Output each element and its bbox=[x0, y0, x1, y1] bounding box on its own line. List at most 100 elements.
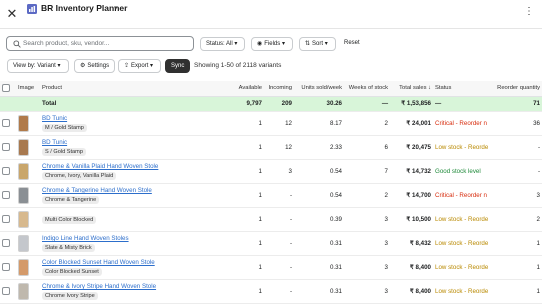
product-thumbnail[interactable] bbox=[18, 210, 29, 228]
variant-tag: Chrome Ivory Stripe bbox=[42, 292, 98, 300]
chevron-down-icon: ▾ bbox=[324, 41, 328, 47]
total-sales: ₹ 1,53,856 bbox=[390, 96, 433, 112]
app-logo-icon bbox=[27, 4, 37, 14]
available-cell: 1 bbox=[232, 231, 264, 256]
units-sold-cell: 2.33 bbox=[294, 135, 344, 160]
table-row[interactable]: BD Tunic M / Gold Stamp 1 12 8.17 2 ₹ 24,001 Cr… bbox=[0, 111, 542, 136]
product-link[interactable]: Chrome & Tangerine Hand Woven Stole bbox=[42, 186, 230, 195]
results-count: Showing 1-50 of 2118 variants bbox=[194, 62, 282, 69]
total-sales-cell: ₹ 10,500 bbox=[390, 207, 433, 232]
col-image[interactable]: Image bbox=[16, 81, 40, 97]
sync-button[interactable]: Sync bbox=[165, 59, 191, 73]
close-icon[interactable]: ✕ bbox=[6, 7, 18, 21]
row-image-cell bbox=[16, 135, 40, 160]
status-cell: Good stock level bbox=[433, 159, 494, 184]
total-status: — bbox=[433, 96, 494, 112]
incoming-cell: - bbox=[264, 279, 294, 304]
total-empty-cell bbox=[0, 96, 16, 112]
product-thumbnail[interactable] bbox=[18, 138, 29, 156]
col-weeks-stock[interactable]: Weeks of stock bbox=[344, 81, 390, 97]
fields-button[interactable]: ◉ Fields ▾ bbox=[251, 37, 293, 51]
search-field[interactable] bbox=[6, 36, 194, 51]
table-row[interactable]: Chrome & Ivory Stripe Hand Woven Stole Ch… bbox=[0, 279, 542, 304]
product-link[interactable]: Chrome & Vanilla Plaid Hand Woven Stole bbox=[42, 162, 230, 171]
product-link[interactable]: BD Tunic bbox=[42, 114, 230, 123]
product-thumbnail[interactable] bbox=[18, 114, 29, 132]
available-cell: 1 bbox=[232, 207, 264, 232]
select-all-checkbox[interactable] bbox=[2, 84, 10, 93]
row-checkbox[interactable] bbox=[2, 287, 10, 295]
col-incoming[interactable]: Incoming bbox=[264, 81, 294, 97]
settings-label: Settings bbox=[87, 63, 110, 69]
kebab-menu-icon[interactable]: ⋮ bbox=[524, 6, 534, 18]
product-link[interactable]: Indigo Line Hand Woven Stoles bbox=[42, 234, 230, 243]
row-checkbox[interactable] bbox=[2, 191, 10, 199]
status-cell: Critical - Reorder n bbox=[433, 111, 494, 136]
table-row[interactable]: Indigo Line Hand Woven Stoles Slate & Mis… bbox=[0, 231, 542, 256]
product-cell: Multi Color Blocked bbox=[40, 207, 232, 232]
row-checkbox[interactable] bbox=[2, 143, 10, 151]
col-available[interactable]: Available bbox=[232, 81, 264, 97]
status-cell: Critical - Reorder n bbox=[433, 183, 494, 208]
total-row: Total 9,797 209 30.26 — ₹ 1,53,856 — 71 bbox=[0, 96, 542, 112]
table-row[interactable]: Multi Color Blocked 1-0.39 3 ₹ 10,500 Low st… bbox=[0, 207, 542, 232]
product-link[interactable]: BD Tunic bbox=[42, 138, 230, 147]
incoming-cell: - bbox=[264, 183, 294, 208]
table-row[interactable]: Color Blocked Sunset Hand Woven Stole Col… bbox=[0, 255, 542, 280]
units-sold-cell: 0.31 bbox=[294, 231, 344, 256]
sort-button[interactable]: ⇅ Sort ▾ bbox=[299, 37, 336, 51]
product-cell: BD Tunic S / Gold Stamp bbox=[40, 135, 232, 160]
export-label: Export bbox=[131, 63, 149, 69]
row-checkbox[interactable] bbox=[2, 167, 10, 175]
product-thumbnail[interactable] bbox=[18, 282, 29, 300]
chevron-down-icon[interactable]: ▾ bbox=[114, 4, 118, 14]
row-select-cell bbox=[0, 279, 16, 304]
table-row[interactable]: Chrome & Tangerine Hand Woven Stole Chrom… bbox=[0, 183, 542, 208]
reset-button[interactable]: Reset bbox=[339, 37, 365, 51]
available-cell: 1 bbox=[232, 135, 264, 160]
app-header: ✕ BR Inventory Planner ▾ ⋮ bbox=[0, 0, 542, 29]
total-available: 9,797 bbox=[232, 96, 264, 112]
status-cell: Low stock - Reorde bbox=[433, 231, 494, 256]
row-checkbox[interactable] bbox=[2, 239, 10, 247]
incoming-cell: 12 bbox=[264, 135, 294, 160]
col-reorder-qty[interactable]: Reorder quantity bbox=[494, 81, 542, 97]
weeks-stock-cell: 2 bbox=[344, 183, 390, 208]
product-cell: Color Blocked Sunset Hand Woven Stole Col… bbox=[40, 255, 232, 280]
view-by-button[interactable]: View by: Variant ▾ bbox=[7, 59, 69, 73]
settings-button[interactable]: ⚙ Settings bbox=[74, 59, 116, 73]
status-filter-button[interactable]: Status: All ▾ bbox=[200, 37, 246, 51]
col-product[interactable]: Product bbox=[40, 81, 232, 97]
search-input[interactable] bbox=[23, 38, 191, 49]
col-status[interactable]: Status bbox=[433, 81, 494, 97]
weeks-stock-cell: 2 bbox=[344, 111, 390, 136]
units-sold-cell: 0.31 bbox=[294, 279, 344, 304]
eye-icon: ◉ bbox=[257, 41, 263, 47]
product-link[interactable]: Chrome & Ivory Stripe Hand Woven Stole bbox=[42, 282, 230, 291]
variant-tag: Multi Color Blocked bbox=[42, 215, 97, 224]
product-thumbnail[interactable] bbox=[18, 162, 29, 180]
row-checkbox[interactable] bbox=[2, 263, 10, 271]
total-sales-cell: ₹ 8,432 bbox=[390, 231, 433, 256]
col-units-sold[interactable]: Units sold/week bbox=[294, 81, 344, 97]
product-thumbnail[interactable] bbox=[18, 258, 29, 276]
incoming-cell: - bbox=[264, 207, 294, 232]
total-sales-cell: ₹ 14,732 bbox=[390, 159, 433, 184]
row-checkbox[interactable] bbox=[2, 119, 10, 127]
col-total-sales[interactable]: Total sales ↓ bbox=[390, 81, 433, 97]
export-button[interactable]: ⇪ Export ▾ bbox=[118, 59, 162, 73]
total-sales-cell: ₹ 8,400 bbox=[390, 255, 433, 280]
chevron-down-icon: ▾ bbox=[281, 41, 285, 47]
incoming-cell: 12 bbox=[264, 111, 294, 136]
table-row[interactable]: Chrome & Vanilla Plaid Hand Woven Stole C… bbox=[0, 159, 542, 184]
product-link[interactable]: Color Blocked Sunset Hand Woven Stole bbox=[42, 258, 230, 267]
total-sales-cell: ₹ 24,001 bbox=[390, 111, 433, 136]
product-thumbnail[interactable] bbox=[18, 186, 29, 204]
product-thumbnail[interactable] bbox=[18, 234, 29, 252]
variant-tag: M / Gold Stamp bbox=[42, 124, 87, 132]
table-row[interactable]: BD Tunic S / Gold Stamp 1 12 2.33 6 ₹ 20,475 Lo… bbox=[0, 135, 542, 160]
units-sold-cell: 0.54 bbox=[294, 159, 344, 184]
variant-tag: S / Gold Stamp bbox=[42, 148, 86, 156]
row-checkbox[interactable] bbox=[2, 215, 10, 223]
sort-icon: ⇅ bbox=[305, 41, 311, 47]
